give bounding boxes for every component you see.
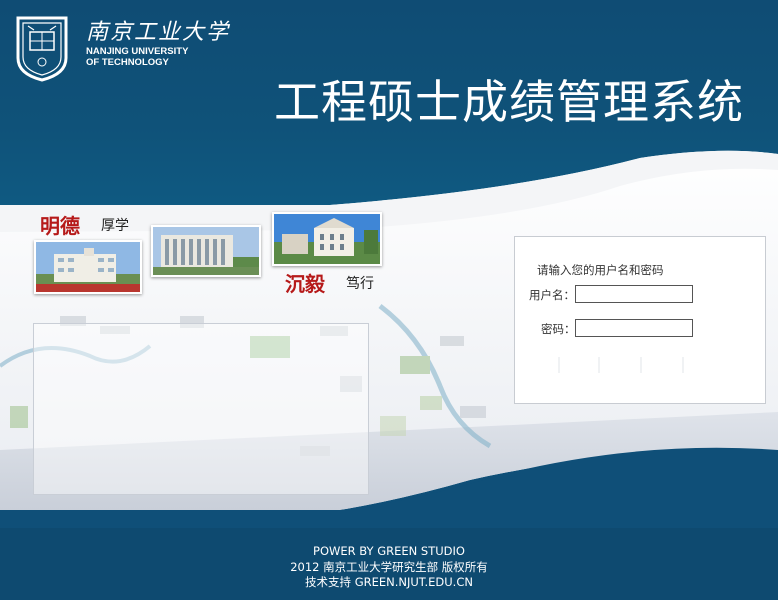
footer: POWER BY GREEN STUDIO 2012 南京工业大学研究生部 版权… — [0, 528, 778, 600]
password-input[interactable] — [575, 319, 693, 337]
campus-building-photo-3 — [272, 212, 382, 266]
footer-copyright: 2012 南京工业大学研究生部 版权所有 — [290, 560, 488, 574]
campus-building-photo-2 — [151, 225, 261, 277]
system-title: 工程硕士成绩管理系统 — [274, 75, 744, 129]
university-name-en-line2: OF TECHNOLOGY — [86, 57, 169, 68]
university-name-cn: 南京工业大学 — [86, 20, 231, 45]
motto-word-2: 厚学 — [101, 218, 129, 234]
login-panel: 请输入您的用户名和密码 用户名： 密码： — [514, 236, 766, 404]
university-seal-icon — [14, 14, 70, 82]
decorative-dividers — [558, 357, 684, 373]
campus-building-photo-1 — [34, 240, 142, 294]
username-input[interactable] — [575, 285, 693, 303]
footer-power-by: POWER BY GREEN STUDIO — [313, 544, 465, 558]
login-prompt: 请输入您的用户名和密码 — [537, 263, 664, 277]
motto-word-3: 沉毅 — [285, 272, 325, 296]
university-name-en-line1: NANJING UNIVERSITY — [86, 46, 189, 57]
footer-tech-support: 技术支持 GREEN.NJUT.EDU.CN — [305, 575, 473, 589]
password-label: 密码： — [541, 322, 576, 336]
motto-word-1: 明德 — [40, 214, 80, 238]
username-label: 用户名： — [529, 288, 575, 302]
content-panel — [33, 323, 369, 495]
university-name-en: NANJING UNIVERSITY OF TECHNOLOGY — [86, 46, 188, 68]
motto-word-4: 笃行 — [346, 276, 374, 292]
